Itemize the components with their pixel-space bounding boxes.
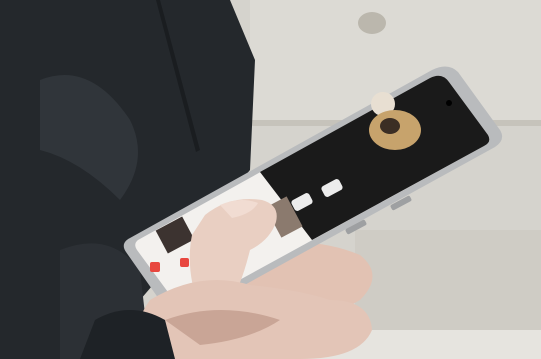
sticker-detail xyxy=(380,118,400,134)
door-handle xyxy=(358,12,386,34)
front-camera xyxy=(446,100,452,106)
photo-scene xyxy=(0,0,541,359)
red-app-icon-2 xyxy=(180,258,189,267)
photo-illustration xyxy=(0,0,541,359)
red-app-icon xyxy=(150,262,160,272)
